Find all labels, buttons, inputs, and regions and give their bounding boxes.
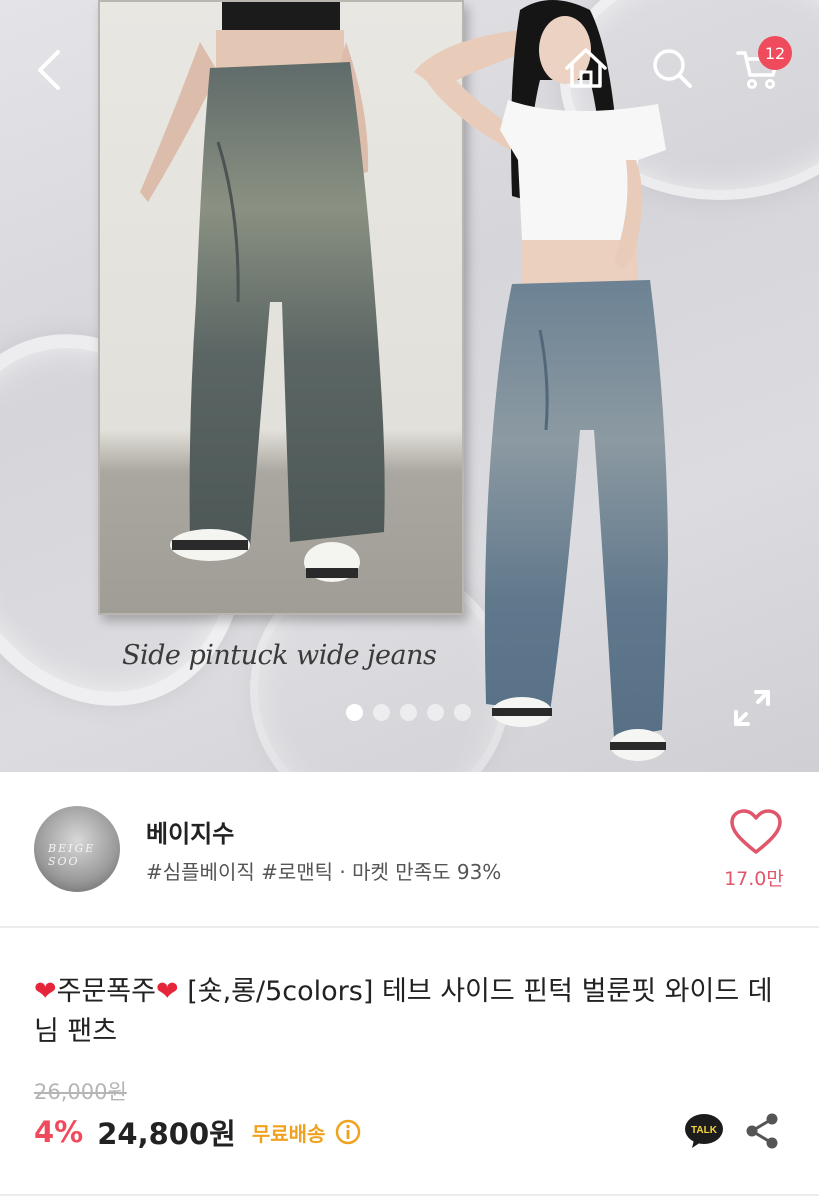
product-image-carousel[interactable]: Side pintuck wide jeans 12 <box>0 0 819 772</box>
expand-icon <box>734 690 770 726</box>
discount-rate: 4% <box>34 1115 84 1149</box>
carousel-dot[interactable] <box>427 704 444 721</box>
shop-name[interactable]: 베이지수 <box>146 814 234 849</box>
favorite-count: 17.0만 <box>724 868 784 890</box>
heart-emoji-icon: ❤ <box>156 976 179 1007</box>
avatar-logo-art: BEIGE SOO <box>48 842 96 868</box>
carousel-dot[interactable] <box>400 704 417 721</box>
home-icon <box>565 48 607 88</box>
home-button[interactable] <box>558 40 614 96</box>
svg-text:TALK: TALK <box>691 1125 718 1136</box>
cart-count-badge: 12 <box>758 36 792 70</box>
search-button[interactable] <box>644 40 700 96</box>
heart-icon <box>730 809 782 854</box>
heart-emoji-icon: ❤ <box>34 976 57 1007</box>
status-bar <box>0 0 819 14</box>
shop-tags: #심플베이직 #로맨틱 · 마켓 만족도 93% <box>146 860 502 884</box>
carousel-pagination <box>346 704 471 721</box>
chevron-left-icon <box>38 50 60 90</box>
image-caption: Side pintuck wide jeans <box>122 640 437 671</box>
title-badge: 주문폭주 <box>56 976 156 1007</box>
original-price: 26,000원 <box>34 1080 127 1104</box>
kakaotalk-icon: TALK <box>685 1114 723 1148</box>
carousel-dot[interactable] <box>373 704 390 721</box>
search-icon <box>653 49 692 88</box>
carousel-dot[interactable] <box>454 704 471 721</box>
share-button[interactable] <box>744 1112 780 1150</box>
shop-info-row[interactable]: BEIGE SOO 베이지수 #심플베이직 #로맨틱 · 마켓 만족도 93% … <box>0 772 819 928</box>
sale-price: 24,800원 <box>97 1117 236 1151</box>
expand-image-button[interactable] <box>728 684 776 732</box>
shop-avatar[interactable]: BEIGE SOO <box>34 806 120 892</box>
kakaotalk-button[interactable]: TALK <box>684 1112 724 1150</box>
share-icon <box>746 1113 778 1149</box>
shipping-badge: 무료배송 <box>251 1121 326 1146</box>
carousel-dot[interactable] <box>346 704 363 721</box>
back-button[interactable] <box>22 42 78 98</box>
divider <box>0 1194 819 1196</box>
info-icon[interactable] <box>335 1119 361 1145</box>
product-title: ❤주문폭주❤ [숏,롱/5colors] 테브 사이드 핀턱 벌룬핏 와이드 데… <box>34 972 794 1052</box>
favorite-button[interactable] <box>728 808 784 858</box>
price-row: 4% 24,800원 무료배송 <box>34 1110 361 1154</box>
